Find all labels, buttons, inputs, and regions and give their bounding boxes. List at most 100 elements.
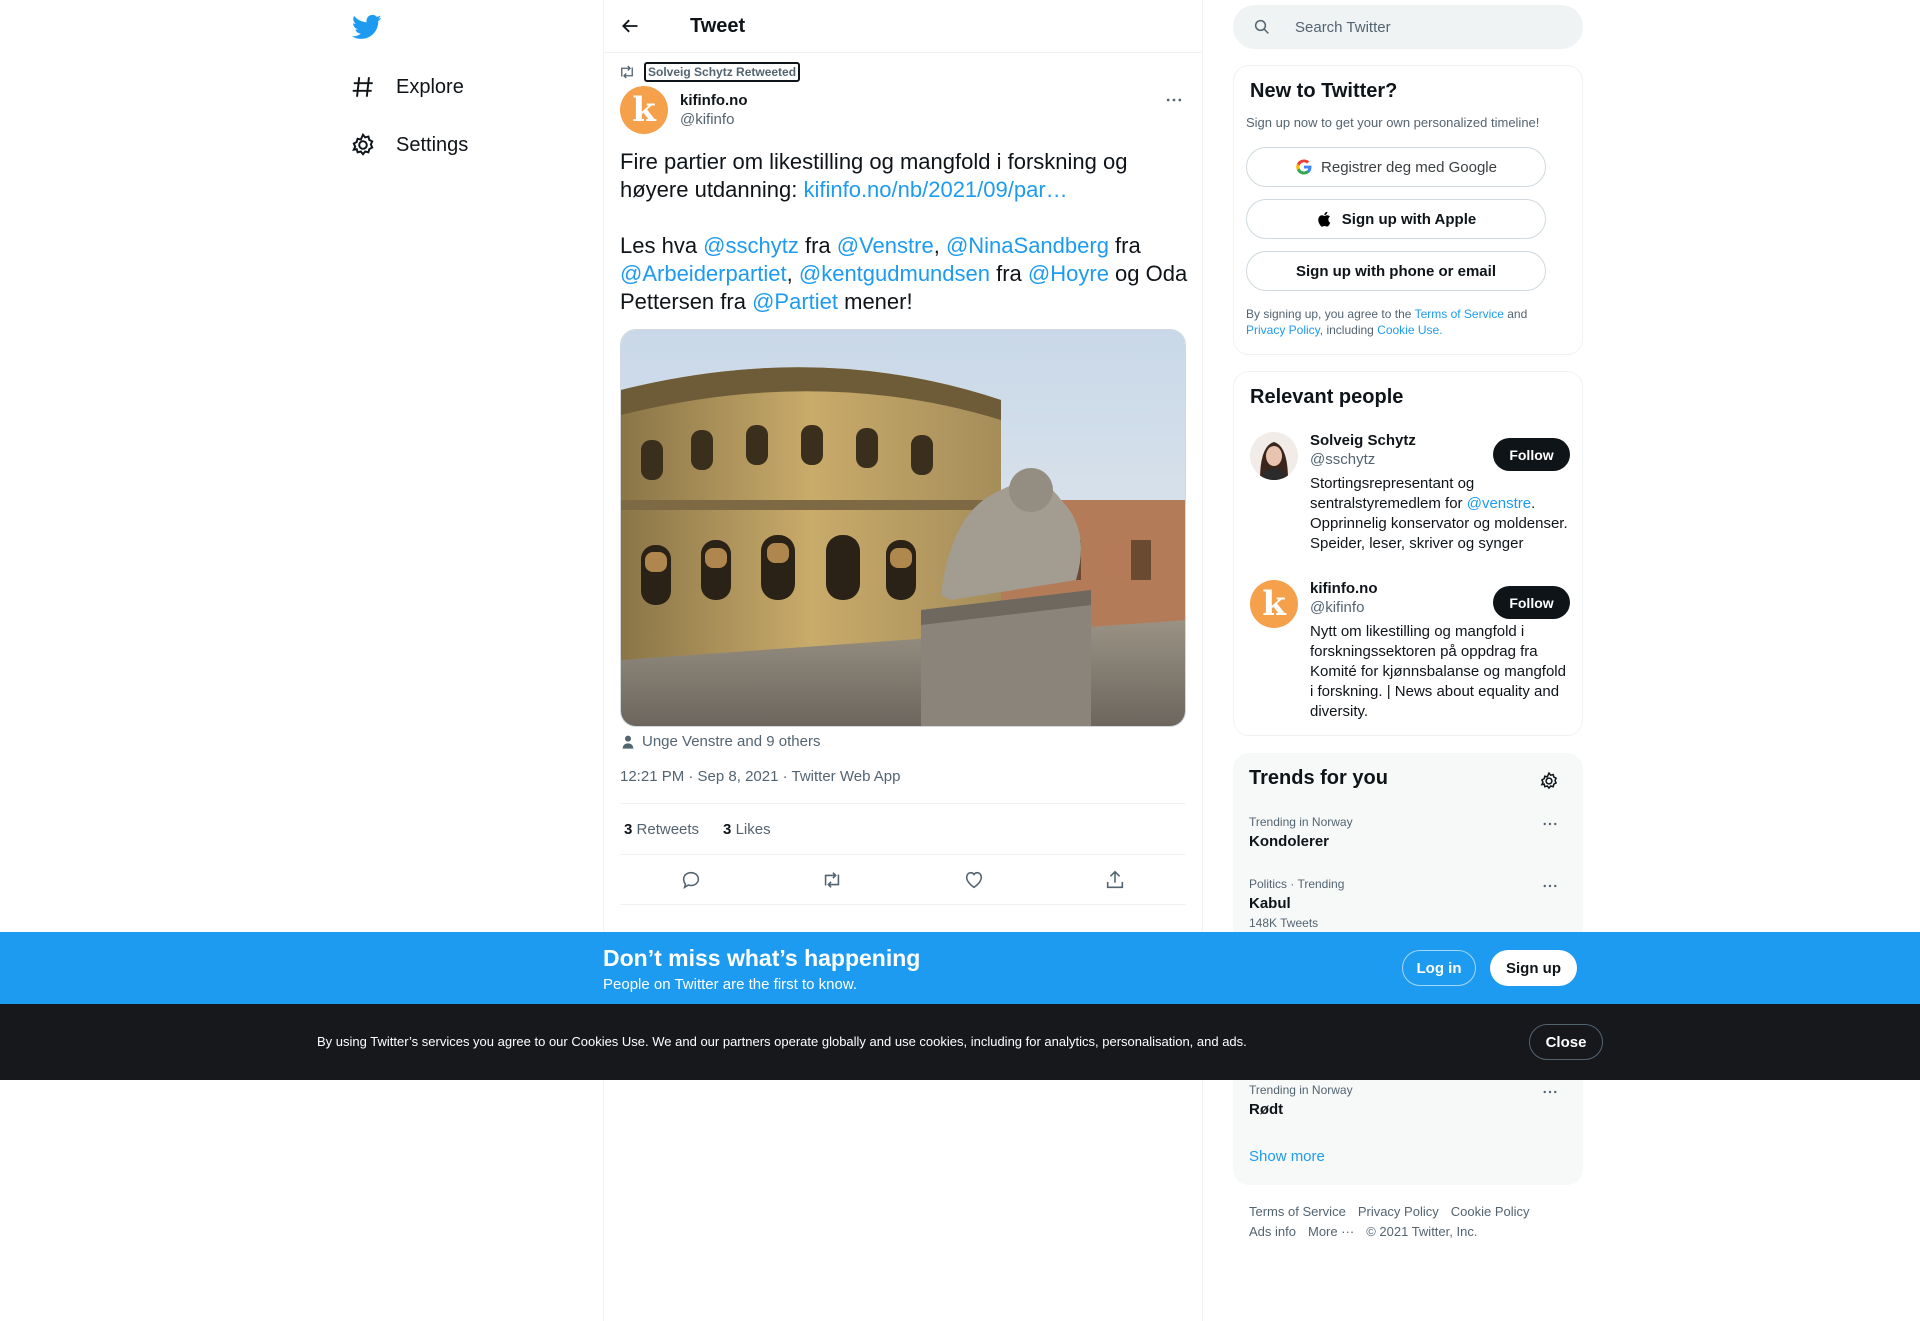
footer-cookie-link[interactable]: Cookie Policy <box>1451 1202 1530 1222</box>
phone-email-signup-label: Sign up with phone or email <box>1295 262 1496 280</box>
privacy-link[interactable]: Privacy Policy <box>1246 323 1320 337</box>
trend-item[interactable]: Politics · Trending Kabul 148K Tweets <box>1249 877 1569 930</box>
trend-category: Trending in Norway <box>1249 815 1353 829</box>
apple-signup-button[interactable]: Sign up with Apple <box>1246 199 1546 239</box>
mention-link[interactable]: @NinaSandberg <box>946 233 1109 258</box>
footer-more-link[interactable]: More ··· <box>1308 1222 1354 1242</box>
trend-category: Politics · Trending <box>1249 877 1345 891</box>
tweet-author[interactable]: k kifinfo.no @kifinfo <box>620 86 748 134</box>
tweet-text: Fire partier om likestilling og mangfold… <box>620 148 1188 344</box>
trend-item[interactable]: Trending in Norway Rødt <box>1249 1083 1569 1118</box>
google-icon <box>1296 159 1312 175</box>
nav-explore[interactable]: Explore <box>350 69 464 105</box>
nav-settings[interactable]: Settings <box>350 127 468 163</box>
mention-link[interactable]: @Arbeiderpartiet <box>620 261 787 286</box>
page-title: Tweet <box>690 14 746 37</box>
tweet-text-segment: fra <box>990 261 1028 286</box>
terms-link[interactable]: Terms of Service <box>1415 307 1504 321</box>
mention-link[interactable]: @sschytz <box>703 233 799 258</box>
author-handle[interactable]: @kifinfo <box>680 111 748 128</box>
signup-card: New to Twitter? Sign up now to get your … <box>1233 65 1583 355</box>
relevant-people-card: Relevant people Solveig Schytz @sschytz … <box>1233 371 1583 736</box>
avatar[interactable]: k <box>1250 580 1298 628</box>
signup-title: New to Twitter? <box>1250 80 1398 102</box>
cookie-text: By using Twitter’s services you agree to… <box>317 1034 1247 1049</box>
tweet-text-segment: , <box>786 261 799 286</box>
avatar[interactable]: k <box>620 86 668 134</box>
back-arrow-icon[interactable] <box>620 16 640 36</box>
search-box[interactable] <box>1233 5 1583 49</box>
mention-link[interactable]: @Hoyre <box>1028 261 1109 286</box>
tweet-header: Tweet <box>604 0 1202 53</box>
like-icon[interactable] <box>963 869 985 891</box>
retweet-action-icon[interactable] <box>821 869 843 891</box>
more-options-icon[interactable] <box>1541 815 1559 833</box>
main-column: Tweet Solveig Schytz Retweeted k kifinfo… <box>603 0 1203 1321</box>
tweet-paragraph-2: Les hva @sschytz fra @Venstre, @NinaSand… <box>620 232 1188 316</box>
parliament-photo <box>621 330 1185 726</box>
author-name[interactable]: kifinfo.no <box>680 92 748 109</box>
cookie-banner: By using Twitter’s services you agree to… <box>0 1004 1920 1080</box>
trend-name: Rødt <box>1249 1101 1284 1118</box>
avatar[interactable] <box>1250 432 1298 480</box>
more-options-icon[interactable] <box>1541 877 1559 895</box>
footer-copyright: © 2021 Twitter, Inc. <box>1366 1224 1478 1239</box>
tweet-text-segment: mener! <box>838 289 913 314</box>
reply-icon[interactable] <box>680 869 702 891</box>
login-button[interactable]: Log in <box>1402 950 1476 986</box>
tweet-timestamp[interactable]: 12:21 PM · Sep 8, 2021 · Twitter Web App <box>620 768 900 785</box>
cookie-use-link[interactable]: Cookie Use. <box>1377 323 1442 337</box>
more-options-icon[interactable] <box>1164 90 1184 110</box>
trend-count: 148K Tweets <box>1249 916 1319 930</box>
nav-settings-label: Settings <box>396 133 469 156</box>
footer-links: Terms of Service Privacy Policy Cookie Pol… <box>1249 1202 1579 1242</box>
venstre-link[interactable]: @venstre <box>1467 495 1531 512</box>
twitter-logo-icon[interactable] <box>352 12 382 42</box>
more-options-icon[interactable] <box>1541 1083 1559 1101</box>
close-cookie-button[interactable]: Close <box>1529 1024 1603 1060</box>
phone-email-signup-button[interactable]: Sign up with phone or email <box>1246 251 1546 291</box>
google-signup-button[interactable]: Registrer deg med Google <box>1246 147 1546 187</box>
likes-count[interactable]: 3 Likes <box>723 821 771 838</box>
nav-explore-label: Explore <box>396 75 464 98</box>
google-signup-label: Registrer deg med Google <box>1321 158 1497 176</box>
search-input[interactable] <box>1295 18 1555 36</box>
show-more-trends-link[interactable]: Show more <box>1249 1148 1325 1165</box>
person-bio: Stortingsrepresentant og sentralstyremed… <box>1310 475 1568 552</box>
tweet-text-segment: Les hva <box>620 233 704 258</box>
person-bio: Nytt om likestilling og mangfold i forsk… <box>1310 623 1566 720</box>
footer-ads-link[interactable]: Ads info <box>1249 1222 1296 1242</box>
retweeted-by-link[interactable]: Solveig Schytz Retweeted <box>644 62 801 82</box>
follow-button[interactable]: Follow <box>1493 586 1570 619</box>
signup-legal: By signing up, you agree to the Terms of… <box>1246 307 1528 337</box>
hashtag-icon <box>352 77 373 97</box>
trend-name: Kondolerer <box>1249 833 1330 850</box>
tagged-people[interactable]: Unge Venstre and 9 others <box>620 733 820 750</box>
login-banner: Don’t miss what’s happening People on Tw… <box>0 932 1920 1004</box>
person-item[interactable]: Solveig Schytz @sschytz Stortingsreprese… <box>1250 432 1570 562</box>
tweet-image[interactable] <box>620 329 1186 727</box>
tweet-paragraph-1: Fire partier om likestilling og mangfold… <box>620 148 1188 204</box>
person-item[interactable]: k kifinfo.no @kifinfo Nytt om likestilli… <box>1250 580 1570 730</box>
footer-privacy-link[interactable]: Privacy Policy <box>1358 1202 1439 1222</box>
footer-terms-link[interactable]: Terms of Service <box>1249 1202 1346 1222</box>
trends-settings-icon[interactable] <box>1539 771 1559 791</box>
retweets-count[interactable]: 3 Retweets <box>624 821 699 838</box>
mention-link[interactable]: @Partiet <box>752 289 838 314</box>
share-icon[interactable] <box>1104 869 1126 891</box>
tweet-actions <box>620 855 1186 905</box>
trend-category: Trending in Norway <box>1249 1083 1353 1097</box>
mention-link[interactable]: @kentgudmundsen <box>799 261 990 286</box>
search-icon <box>1254 19 1269 34</box>
mention-link[interactable]: @Venstre <box>837 233 934 258</box>
tweet-stats: 3 Retweets 3 Likes <box>620 803 1186 855</box>
trend-item[interactable]: Trending in Norway Kondolerer <box>1249 815 1569 850</box>
trend-name: Kabul <box>1249 895 1291 912</box>
apple-signup-label: Sign up with Apple <box>1341 210 1477 228</box>
follow-button[interactable]: Follow <box>1493 438 1570 471</box>
banner-subtitle: People on Twitter are the first to know. <box>603 976 858 993</box>
person-icon <box>622 735 634 749</box>
tweet-text-segment: fra <box>1108 233 1141 258</box>
signup-button[interactable]: Sign up <box>1490 950 1577 986</box>
article-link[interactable]: kifinfo.no/nb/2021/09/par… <box>803 177 1067 202</box>
